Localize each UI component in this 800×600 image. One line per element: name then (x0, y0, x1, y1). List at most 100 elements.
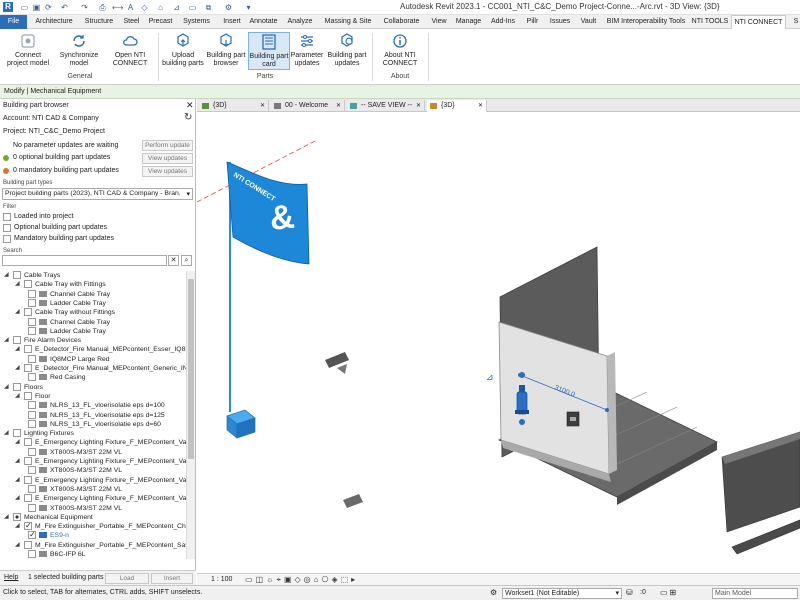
customize-toolbar-icon[interactable]: ▾ (244, 3, 253, 12)
refresh-icon[interactable]: ↻ (184, 112, 192, 123)
expand-triangle-icon[interactable]: ◢ (4, 336, 9, 345)
tree-node-checkbox[interactable] (28, 401, 36, 410)
tree-node[interactable]: XT800S-M3/ST 22M VL (0, 503, 186, 513)
switch-windows-icon[interactable]: ⧉ (204, 3, 213, 12)
open-nti-connect-button[interactable]: Open NTI CONNECT (106, 32, 154, 68)
view-tab[interactable]: -- SAVE VIEW -- ✕ (347, 100, 425, 112)
close-icon[interactable]: ✕ (478, 100, 483, 112)
expand-triangle-icon[interactable]: ◢ (4, 271, 9, 280)
filter-loaded-checkbox[interactable] (3, 213, 11, 221)
help-link[interactable]: Help (4, 574, 18, 581)
tab-issues[interactable]: Issues (546, 15, 574, 29)
tree-node[interactable]: ES9-n (0, 530, 186, 540)
tree-node-checkbox[interactable] (13, 429, 21, 438)
expand-triangle-icon[interactable]: ◢ (15, 308, 20, 317)
flag-base-cube[interactable] (226, 409, 256, 439)
workset-dropdown[interactable]: Workset1 (Not Editable) ▾ (502, 588, 622, 599)
close-icon[interactable]: ✕ (260, 100, 265, 112)
tree-node-checkbox[interactable] (28, 354, 36, 363)
close-windows-icon[interactable]: ▭ (188, 3, 197, 12)
tree-node-checkbox[interactable] (28, 289, 36, 298)
save-icon[interactable]: ▣ (32, 3, 41, 12)
view-mandatory-updates-button[interactable]: View updates (142, 166, 193, 177)
tree-node[interactable]: NLRS_13_FL_vloerisolatie eps d=100 (0, 401, 186, 410)
undo-icon[interactable]: ↶ (60, 3, 69, 12)
tree-node-checkbox[interactable] (28, 484, 36, 493)
tree-node[interactable]: ◢ Floor (0, 391, 186, 401)
expand-triangle-icon[interactable]: ◢ (4, 513, 9, 522)
expand-triangle-icon[interactable]: ◢ (4, 429, 9, 438)
tree-node-checkbox[interactable] (28, 298, 36, 307)
tree-node-checkbox[interactable] (28, 373, 36, 382)
tree-node-checkbox[interactable] (28, 447, 36, 456)
expand-triangle-icon[interactable]: ◢ (15, 438, 20, 447)
tree-node-checkbox[interactable] (24, 457, 32, 465)
building-part-browser-button[interactable]: Building part browser (206, 32, 246, 68)
expand-triangle-icon[interactable]: ◢ (15, 522, 20, 531)
open-icon[interactable]: ▭ (20, 3, 29, 12)
tab-view[interactable]: View (428, 15, 450, 29)
tree-node[interactable]: ◢ Cable Tray with Fittings (0, 280, 186, 289)
close-icon[interactable]: ✕ (186, 100, 194, 111)
tab-systems[interactable]: Systems (177, 15, 216, 29)
tree-node-checkbox[interactable] (24, 475, 32, 484)
view-tab[interactable]: 00 - Welcome ✕ (271, 100, 345, 112)
expand-triangle-icon[interactable]: ◢ (15, 364, 20, 373)
tree-node-checkbox[interactable] (28, 419, 36, 428)
tree-node-checkbox[interactable] (13, 512, 21, 521)
editable-icon[interactable]: ⛁ (626, 588, 633, 597)
settings-icon[interactable]: ⚙ (224, 3, 233, 12)
expand-triangle-icon[interactable]: ◢ (15, 392, 20, 401)
expand-triangle-icon[interactable]: ◢ (15, 494, 20, 503)
tree-scrollbar[interactable] (186, 271, 195, 559)
tree-node[interactable]: NLRS_13_FL_vloerisolatie eps d=60 (0, 419, 186, 429)
redo-icon[interactable]: ↷ (80, 3, 89, 12)
tab-manage[interactable]: Manage (452, 15, 485, 29)
tree-node[interactable]: ◢ M_Fire Extinguisher_Portable_F_MEPconte… (0, 521, 186, 531)
text-icon[interactable]: ◇ (140, 3, 149, 12)
load-button[interactable]: Load (105, 573, 149, 584)
tree-node[interactable]: ◢ E_Emergency Lighting Fixture_F_MEPconte… (0, 438, 186, 447)
tree-node[interactable]: ◢ E_Emergency Lighting Fixture_F_MEPconte… (0, 494, 186, 503)
view-optional-updates-button[interactable]: View updates (142, 153, 193, 164)
expand-triangle-icon[interactable]: ◢ (15, 345, 20, 354)
types-dropdown[interactable]: Project building parts (2023), NTI CAD &… (2, 188, 193, 200)
tree-node-checkbox[interactable] (24, 438, 32, 447)
tab-nti-connect[interactable]: NTI CONNECT (731, 15, 786, 29)
expand-triangle-icon[interactable]: ◢ (4, 383, 9, 392)
tree-node-checkbox[interactable] (24, 345, 32, 354)
expand-triangle-icon[interactable]: ◢ (15, 280, 20, 289)
tree-node[interactable]: ◢ M_Fire Extinguisher_Portable_F_MEPconte… (0, 540, 186, 550)
print-icon[interactable]: ⎙ (98, 3, 107, 12)
search-icon[interactable]: ⌕ (181, 255, 192, 266)
revit-logo-icon[interactable]: R (3, 2, 13, 12)
perform-update-button[interactable]: Perform update (142, 140, 193, 151)
tree-node-checkbox[interactable] (28, 410, 36, 419)
upload-building-parts-button[interactable]: Upload building parts (162, 32, 204, 68)
drawing-area[interactable]: & NTI CONNECT 3100,0 ⊿ (197, 112, 800, 573)
connect-project-model-button[interactable]: Connect project model (6, 32, 50, 68)
view-tab[interactable]: {3D} ✕ (199, 100, 269, 112)
tree-node[interactable]: Ladder Cable Tray (0, 326, 186, 336)
tree-node-checkbox[interactable] (28, 530, 36, 540)
section-icon[interactable]: ⊿ (172, 3, 181, 12)
tree-node[interactable]: Channel Cable Tray (0, 289, 186, 299)
small-component[interactable] (343, 494, 363, 508)
tab-pillr[interactable]: Pillr (521, 15, 544, 29)
tree-node-checkbox[interactable] (24, 308, 32, 317)
tab-insert[interactable]: Insert (218, 15, 246, 29)
grip-handle[interactable] (519, 419, 525, 425)
tab-structure[interactable]: Structure (80, 15, 118, 29)
design-option-dropdown[interactable]: Main Model (712, 588, 798, 599)
tree-node[interactable]: XT800S-M3/ST 22M VL (0, 466, 186, 475)
clear-search-icon[interactable]: ✕ (168, 255, 179, 266)
tree-node[interactable]: ◢ E_Emergency Lighting Fixture_F_MEPconte… (0, 457, 186, 466)
tree-node-checkbox[interactable] (13, 336, 21, 345)
tree-node[interactable]: ◢ E_Emergency Lighting Fixture_F_MEPconte… (0, 475, 186, 485)
view-control-icons[interactable]: ▭◫☼⌖▣◇◎⌂⎔◈⬚▸ (245, 575, 358, 585)
tab-architecture[interactable]: Architecture (30, 15, 78, 29)
tab-nti-tools[interactable]: NTI TOOLS (691, 15, 729, 29)
tree-node[interactable]: Red Casing (0, 373, 186, 382)
tree-node[interactable]: ◢ Cable Trays (0, 271, 186, 280)
tree-node[interactable]: XT800S-M3/ST 22M VL (0, 447, 186, 457)
